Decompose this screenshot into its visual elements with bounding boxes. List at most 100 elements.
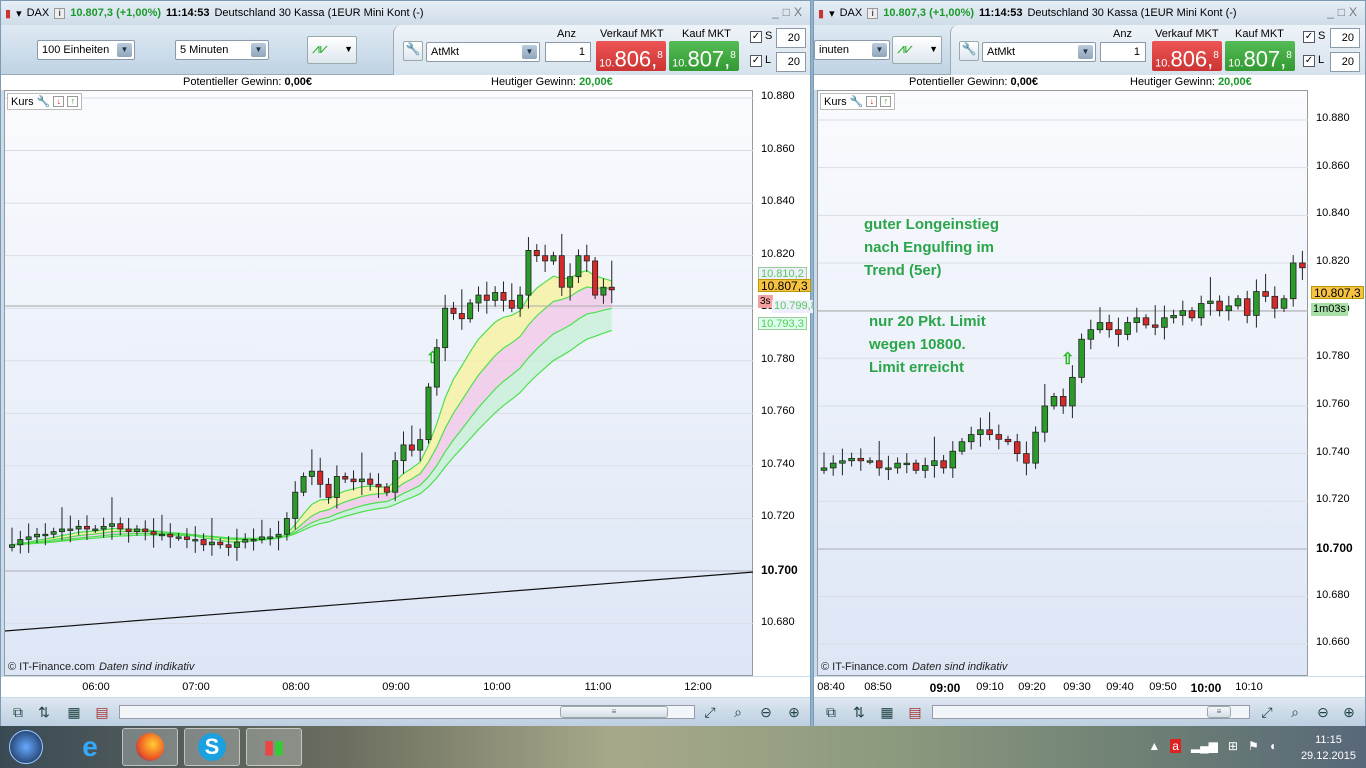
trading-app-icon[interactable]: ▮ ▮ <box>246 728 302 766</box>
time-tick: 09:40 <box>1106 681 1134 693</box>
candle <box>931 460 938 466</box>
ema-mid-tag: 10.799,8 <box>772 300 819 313</box>
last-price-tag: 10.807,3 <box>758 279 811 293</box>
wrench-icon[interactable]: 🔧 <box>959 41 979 61</box>
candle <box>1234 298 1242 307</box>
auto-scale-icon[interactable]: ⤢ <box>701 703 719 721</box>
candle <box>949 450 957 469</box>
arrow-up-icon[interactable]: ↑ <box>67 96 79 107</box>
candle <box>567 276 574 288</box>
indicator-button[interactable]: ⩘⩗ ▼ <box>892 36 942 64</box>
candle <box>25 536 32 540</box>
skype-icon[interactable]: S <box>184 728 240 766</box>
limit-input[interactable]: 20 <box>776 52 806 72</box>
info-icon[interactable]: i <box>867 7 879 19</box>
stop-input[interactable]: 20 <box>1330 28 1360 48</box>
limit-checkbox[interactable]: ✓ <box>1303 55 1315 67</box>
price-chart[interactable]: ⇧ Kurs 🔧 ↓ ↑ © IT-Finance.com Daten sind ind… <box>4 90 754 676</box>
checkered-flag-icon[interactable]: ▦ <box>878 703 896 721</box>
dropdown-arrow-icon[interactable]: ▾ <box>16 7 22 20</box>
wrench-icon[interactable]: 🔧 <box>37 95 51 108</box>
stop-checkbox[interactable]: ✓ <box>1303 31 1315 43</box>
candle-settings-icon[interactable]: ⇅ <box>850 703 868 721</box>
wrench-icon[interactable]: 🔧 <box>403 41 423 61</box>
candle <box>275 533 282 538</box>
price-chart[interactable]: ⇧ Kurs 🔧 ↓ ↑ guter Longeinstieg nach Engulfi… <box>817 90 1309 676</box>
zoom-out-icon[interactable]: ⊖ <box>1314 703 1332 721</box>
units-select[interactable]: 100 Einheiten ▼ <box>37 40 135 60</box>
system-tray[interactable]: ▲ a ▂▄▆ ⊞ ⚑ ◖ <box>1148 739 1276 753</box>
interval-select[interactable]: inuten ▼ <box>814 40 890 60</box>
quote-time: 11:14:53 <box>166 7 210 19</box>
sell-button[interactable]: 10.806,8 <box>596 41 666 71</box>
order-type-select[interactable]: AtMkt ▼ <box>426 42 540 62</box>
start-button[interactable] <box>2 728 50 766</box>
price-axis[interactable]: 10.88010.86010.84010.82010.80010.78010.7… <box>1308 90 1365 676</box>
title-bar: ▮ ▾ DAX i 10.807,3 (+1,00%) 11:14:53 Deut… <box>814 1 1365 25</box>
scroll-thumb[interactable]: ≡ <box>560 706 668 718</box>
zoom-in-icon[interactable]: ⊕ <box>1340 703 1358 721</box>
limit-input[interactable]: 20 <box>1330 52 1360 72</box>
today-profit: Heutiger Gewinn: 20,00€ <box>1130 76 1252 88</box>
candle <box>208 541 215 546</box>
chart-type-icon[interactable]: ⧉ <box>9 703 27 721</box>
zoom-fit-icon[interactable]: ⌕ <box>1286 703 1304 721</box>
clock[interactable]: 11:15 29.12.2015 <box>1301 732 1356 764</box>
internet-explorer-icon[interactable]: e <box>62 728 118 766</box>
limit-checkbox[interactable]: ✓ <box>750 55 762 67</box>
order-type-select[interactable]: AtMkt ▼ <box>982 42 1096 62</box>
horizontal-scrollbar[interactable]: ≡ <box>119 705 695 719</box>
candle <box>903 462 911 466</box>
auto-scale-icon[interactable]: ⤢ <box>1258 703 1276 721</box>
wall-icon[interactable]: ▤ <box>906 703 924 721</box>
window-controls[interactable]: _□X <box>1327 5 1361 19</box>
sell-label: Verkauf MKT <box>600 28 664 40</box>
zoom-out-icon[interactable]: ⊖ <box>757 703 775 721</box>
trend-line <box>5 571 754 632</box>
sell-button[interactable]: 10.806,8 <box>1152 41 1222 71</box>
symbol: DAX <box>839 7 863 19</box>
candle-settings-icon[interactable]: ⇅ <box>35 703 53 721</box>
buy-button[interactable]: 10.807,8 <box>1225 41 1295 71</box>
info-icon[interactable]: i <box>54 7 66 19</box>
stop-checkbox[interactable]: ✓ <box>750 31 762 43</box>
zoom-in-icon[interactable]: ⊕ <box>785 703 803 721</box>
candle <box>492 292 499 301</box>
candle-timer: 3s <box>758 295 773 308</box>
price-axis[interactable]: 10.88010.86010.84010.82010.80010.78010.7… <box>753 90 810 676</box>
interval-select[interactable]: 5 Minuten ▼ <box>175 40 269 60</box>
stop-input[interactable]: 20 <box>776 28 806 48</box>
candle <box>50 531 57 535</box>
price-tick: 10.720 <box>761 510 795 523</box>
arrow-down-icon[interactable]: ↓ <box>53 96 65 107</box>
quantity-input[interactable]: 1 <box>545 42 591 62</box>
candle <box>866 460 874 463</box>
signal-icon: ▂▄▆ <box>1190 739 1218 753</box>
wrench-icon[interactable]: 🔧 <box>850 95 864 108</box>
dropdown-arrow-icon[interactable]: ▾ <box>829 7 835 20</box>
candle <box>333 476 340 498</box>
candle <box>233 541 240 548</box>
candle <box>17 539 24 546</box>
buy-button[interactable]: 10.807,8 <box>669 41 739 71</box>
time-axis[interactable]: 08:40 08:50 09:00 09:10 09:20 09:30 09:40 09:50… <box>814 677 1365 697</box>
firefox-icon[interactable] <box>122 728 178 766</box>
time-axis[interactable]: 06:00 07:00 08:00 09:00 10:00 11:00 12:00 <box>1 677 810 697</box>
wall-icon[interactable]: ▤ <box>93 703 111 721</box>
arrow-down-icon[interactable]: ↓ <box>866 96 878 107</box>
zoom-fit-icon[interactable]: ⌕ <box>729 703 747 721</box>
indicator-button[interactable]: ⩘⩗ ▼ <box>307 36 357 64</box>
time-tick: 07:00 <box>182 681 210 693</box>
price-tick: 10.700 <box>1316 540 1353 555</box>
chart-type-icon[interactable]: ⧉ <box>822 703 840 721</box>
candle <box>558 255 565 288</box>
scroll-thumb[interactable]: ≡ <box>1207 706 1231 718</box>
candle <box>1188 310 1196 319</box>
window-controls[interactable]: _□X <box>772 5 806 19</box>
quantity-input[interactable]: 1 <box>1100 42 1146 62</box>
arrow-up-icon[interactable]: ↑ <box>880 96 892 107</box>
price-tick: 10.760 <box>761 405 795 418</box>
checkered-flag-icon[interactable]: ▦ <box>65 703 83 721</box>
horizontal-scrollbar[interactable]: ≡ <box>932 705 1250 719</box>
candle <box>1170 315 1177 319</box>
